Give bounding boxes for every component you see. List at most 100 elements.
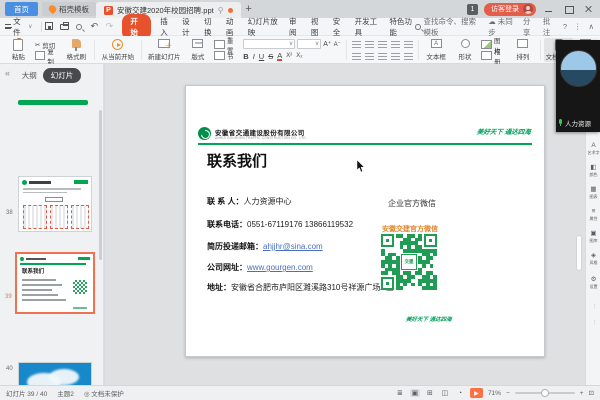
paste-button[interactable]: 粘贴 — [4, 38, 33, 62]
fit-slide-icon[interactable]: ⊡ — [589, 389, 594, 397]
home-tab[interactable]: 首页 — [5, 2, 38, 16]
align-right-icon[interactable] — [378, 53, 387, 60]
file-menu[interactable]: 文件 ∨ — [0, 16, 38, 38]
website-link[interactable]: www.gourgen.com — [247, 263, 313, 272]
album-button[interactable]: 相册 — [481, 50, 506, 61]
thumb-38-number: 38 — [6, 210, 13, 216]
shrink-font-icon[interactable]: A⁻ — [334, 41, 341, 48]
zoom-level[interactable]: 71% — [488, 390, 501, 397]
collapse-ribbon-icon[interactable]: ∧ — [589, 22, 595, 31]
align-left-icon[interactable] — [352, 53, 361, 60]
partial-slide-37[interactable] — [18, 100, 88, 105]
ribbon: 粘贴 ✂剪切 复制 格式刷 从当前开始 新建幻灯片 版式 重置 节 — [0, 36, 600, 64]
tab-insert[interactable]: 插入 — [160, 16, 173, 38]
font-color-button[interactable]: A — [277, 52, 282, 61]
indent-decrease-icon[interactable] — [378, 41, 387, 48]
more-icon[interactable]: ⋮ — [574, 22, 582, 31]
normal-view-icon[interactable]: ▣ — [410, 389, 420, 397]
italic-button[interactable]: I — [253, 52, 255, 61]
font-size-select[interactable] — [297, 39, 321, 49]
zoom-in-icon[interactable]: + — [580, 390, 584, 397]
panel-scrollbar[interactable] — [99, 110, 102, 260]
line-spacing-icon[interactable] — [404, 41, 413, 48]
tab-view[interactable]: 视图 — [311, 16, 324, 38]
zoom-out-icon[interactable]: − — [506, 390, 510, 397]
tab-devtools[interactable]: 开发工具 — [355, 16, 381, 38]
print-icon[interactable] — [59, 22, 69, 32]
play-from-current-button[interactable]: 从当前开始 — [98, 38, 138, 62]
tab-review[interactable]: 审阅 — [289, 16, 302, 38]
minimize-button[interactable] — [542, 3, 556, 15]
sidebar-item-gallery[interactable]: ▣图库 — [586, 230, 600, 244]
reset-button[interactable]: 重置 — [214, 39, 239, 50]
layout-icon — [192, 39, 203, 48]
indent-increase-icon[interactable] — [391, 41, 400, 48]
close-button[interactable] — [582, 3, 596, 15]
tab-features[interactable]: 特色功能 — [389, 16, 415, 38]
undo-icon[interactable]: ↶ — [89, 21, 99, 32]
maximize-button[interactable] — [562, 3, 576, 15]
sidebar-item-style[interactable]: ◈风格 — [586, 252, 600, 266]
font-family-select[interactable] — [243, 39, 295, 49]
zoom-slider-knob[interactable] — [541, 389, 549, 397]
template-store-tab[interactable]: 稻壳模板 — [42, 2, 96, 16]
notification-badge[interactable]: 1 — [467, 4, 478, 15]
sidebar-item-chart[interactable]: ▦图表 — [586, 186, 600, 200]
guest-login-button[interactable]: 访客登录 — [484, 3, 536, 16]
clipboard-icon — [13, 39, 23, 51]
slide-39-editor[interactable]: 安徽省交通建设股份有限公司 ANHUI GOURGEN TRAFFIC CONS… — [185, 85, 545, 357]
slide-thumbnail-38[interactable] — [18, 176, 92, 232]
email-link[interactable]: ahjjhr@sina.com — [263, 242, 323, 251]
zoom-slider[interactable] — [515, 392, 575, 394]
numbered-list-icon[interactable] — [365, 41, 374, 48]
theme-name[interactable]: 主题2 — [57, 388, 74, 398]
doc-protect-status[interactable]: ◎ 文档未保护 — [84, 388, 124, 398]
underline-button[interactable]: U — [259, 52, 264, 61]
sidebar-item-properties[interactable]: ≡属性 — [586, 208, 600, 222]
sidebar-item-wordart[interactable]: A艺术字 — [586, 142, 600, 156]
preview-icon[interactable] — [74, 22, 84, 32]
sidebar-item-color[interactable]: ◧颜色 — [586, 164, 600, 178]
sidebar-item-settings[interactable]: ⚙设置 — [586, 276, 600, 290]
video-call-overlay[interactable]: 人力资源 — [556, 40, 600, 132]
redo-icon[interactable]: ↷ — [104, 21, 114, 32]
grow-font-icon[interactable]: A⁺ — [323, 40, 331, 48]
command-search[interactable]: 查找命令、搜索模板 — [415, 16, 481, 38]
subscript-button[interactable]: X₂ — [296, 53, 302, 59]
section-button[interactable]: 节 — [214, 50, 239, 61]
tab-outline[interactable]: 大纲 — [22, 70, 37, 81]
arrange-button[interactable]: 排列 — [508, 38, 537, 62]
collapse-panel-icon[interactable]: « — [5, 68, 10, 78]
reading-view-icon[interactable]: ◫ — [440, 389, 450, 397]
section-icon — [214, 51, 225, 60]
justify-icon[interactable] — [391, 53, 400, 60]
format-painter-button[interactable]: 格式刷 — [62, 38, 91, 62]
columns-icon[interactable] — [404, 53, 413, 60]
new-slide-button[interactable]: 新建幻灯片 — [145, 38, 183, 62]
slide-thumbnail-39-selected[interactable]: 联系我们 — [15, 252, 95, 314]
slideshow-play-button[interactable]: ▶ — [470, 388, 483, 398]
tab-transition[interactable]: 切换 — [204, 16, 217, 38]
superscript-button[interactable]: X² — [286, 53, 292, 59]
tab-design[interactable]: 设计 — [182, 16, 195, 38]
notes-icon[interactable]: ≣ — [395, 389, 405, 397]
shape-button[interactable]: 形状 — [451, 38, 480, 62]
textbox-button[interactable]: A 文本框 — [422, 38, 451, 62]
sorter-view-icon[interactable]: ⊞ — [425, 389, 435, 397]
comment-button[interactable]: 批注 — [543, 16, 556, 38]
save-icon[interactable] — [44, 22, 54, 32]
canvas-scrollbar[interactable] — [576, 235, 582, 271]
help-button[interactable]: ? — [563, 22, 567, 31]
copy-button[interactable]: 复制 — [35, 50, 60, 61]
share-button[interactable]: 分享 — [523, 16, 536, 38]
bold-button[interactable]: B — [243, 52, 248, 61]
master-view-icon[interactable]: ◔ — [455, 390, 465, 397]
layout-button[interactable]: 版式 — [183, 38, 212, 62]
strikethrough-button[interactable]: S — [268, 52, 273, 61]
tab-slideshow[interactable]: 幻灯片放映 — [248, 16, 280, 38]
bullet-list-icon[interactable] — [352, 41, 361, 48]
align-center-icon[interactable] — [365, 53, 374, 60]
sidebar-more-dots2: ⋮ — [592, 320, 597, 326]
tab-slides[interactable]: 幻灯片 — [43, 68, 82, 83]
tab-security[interactable]: 安全 — [333, 16, 346, 38]
